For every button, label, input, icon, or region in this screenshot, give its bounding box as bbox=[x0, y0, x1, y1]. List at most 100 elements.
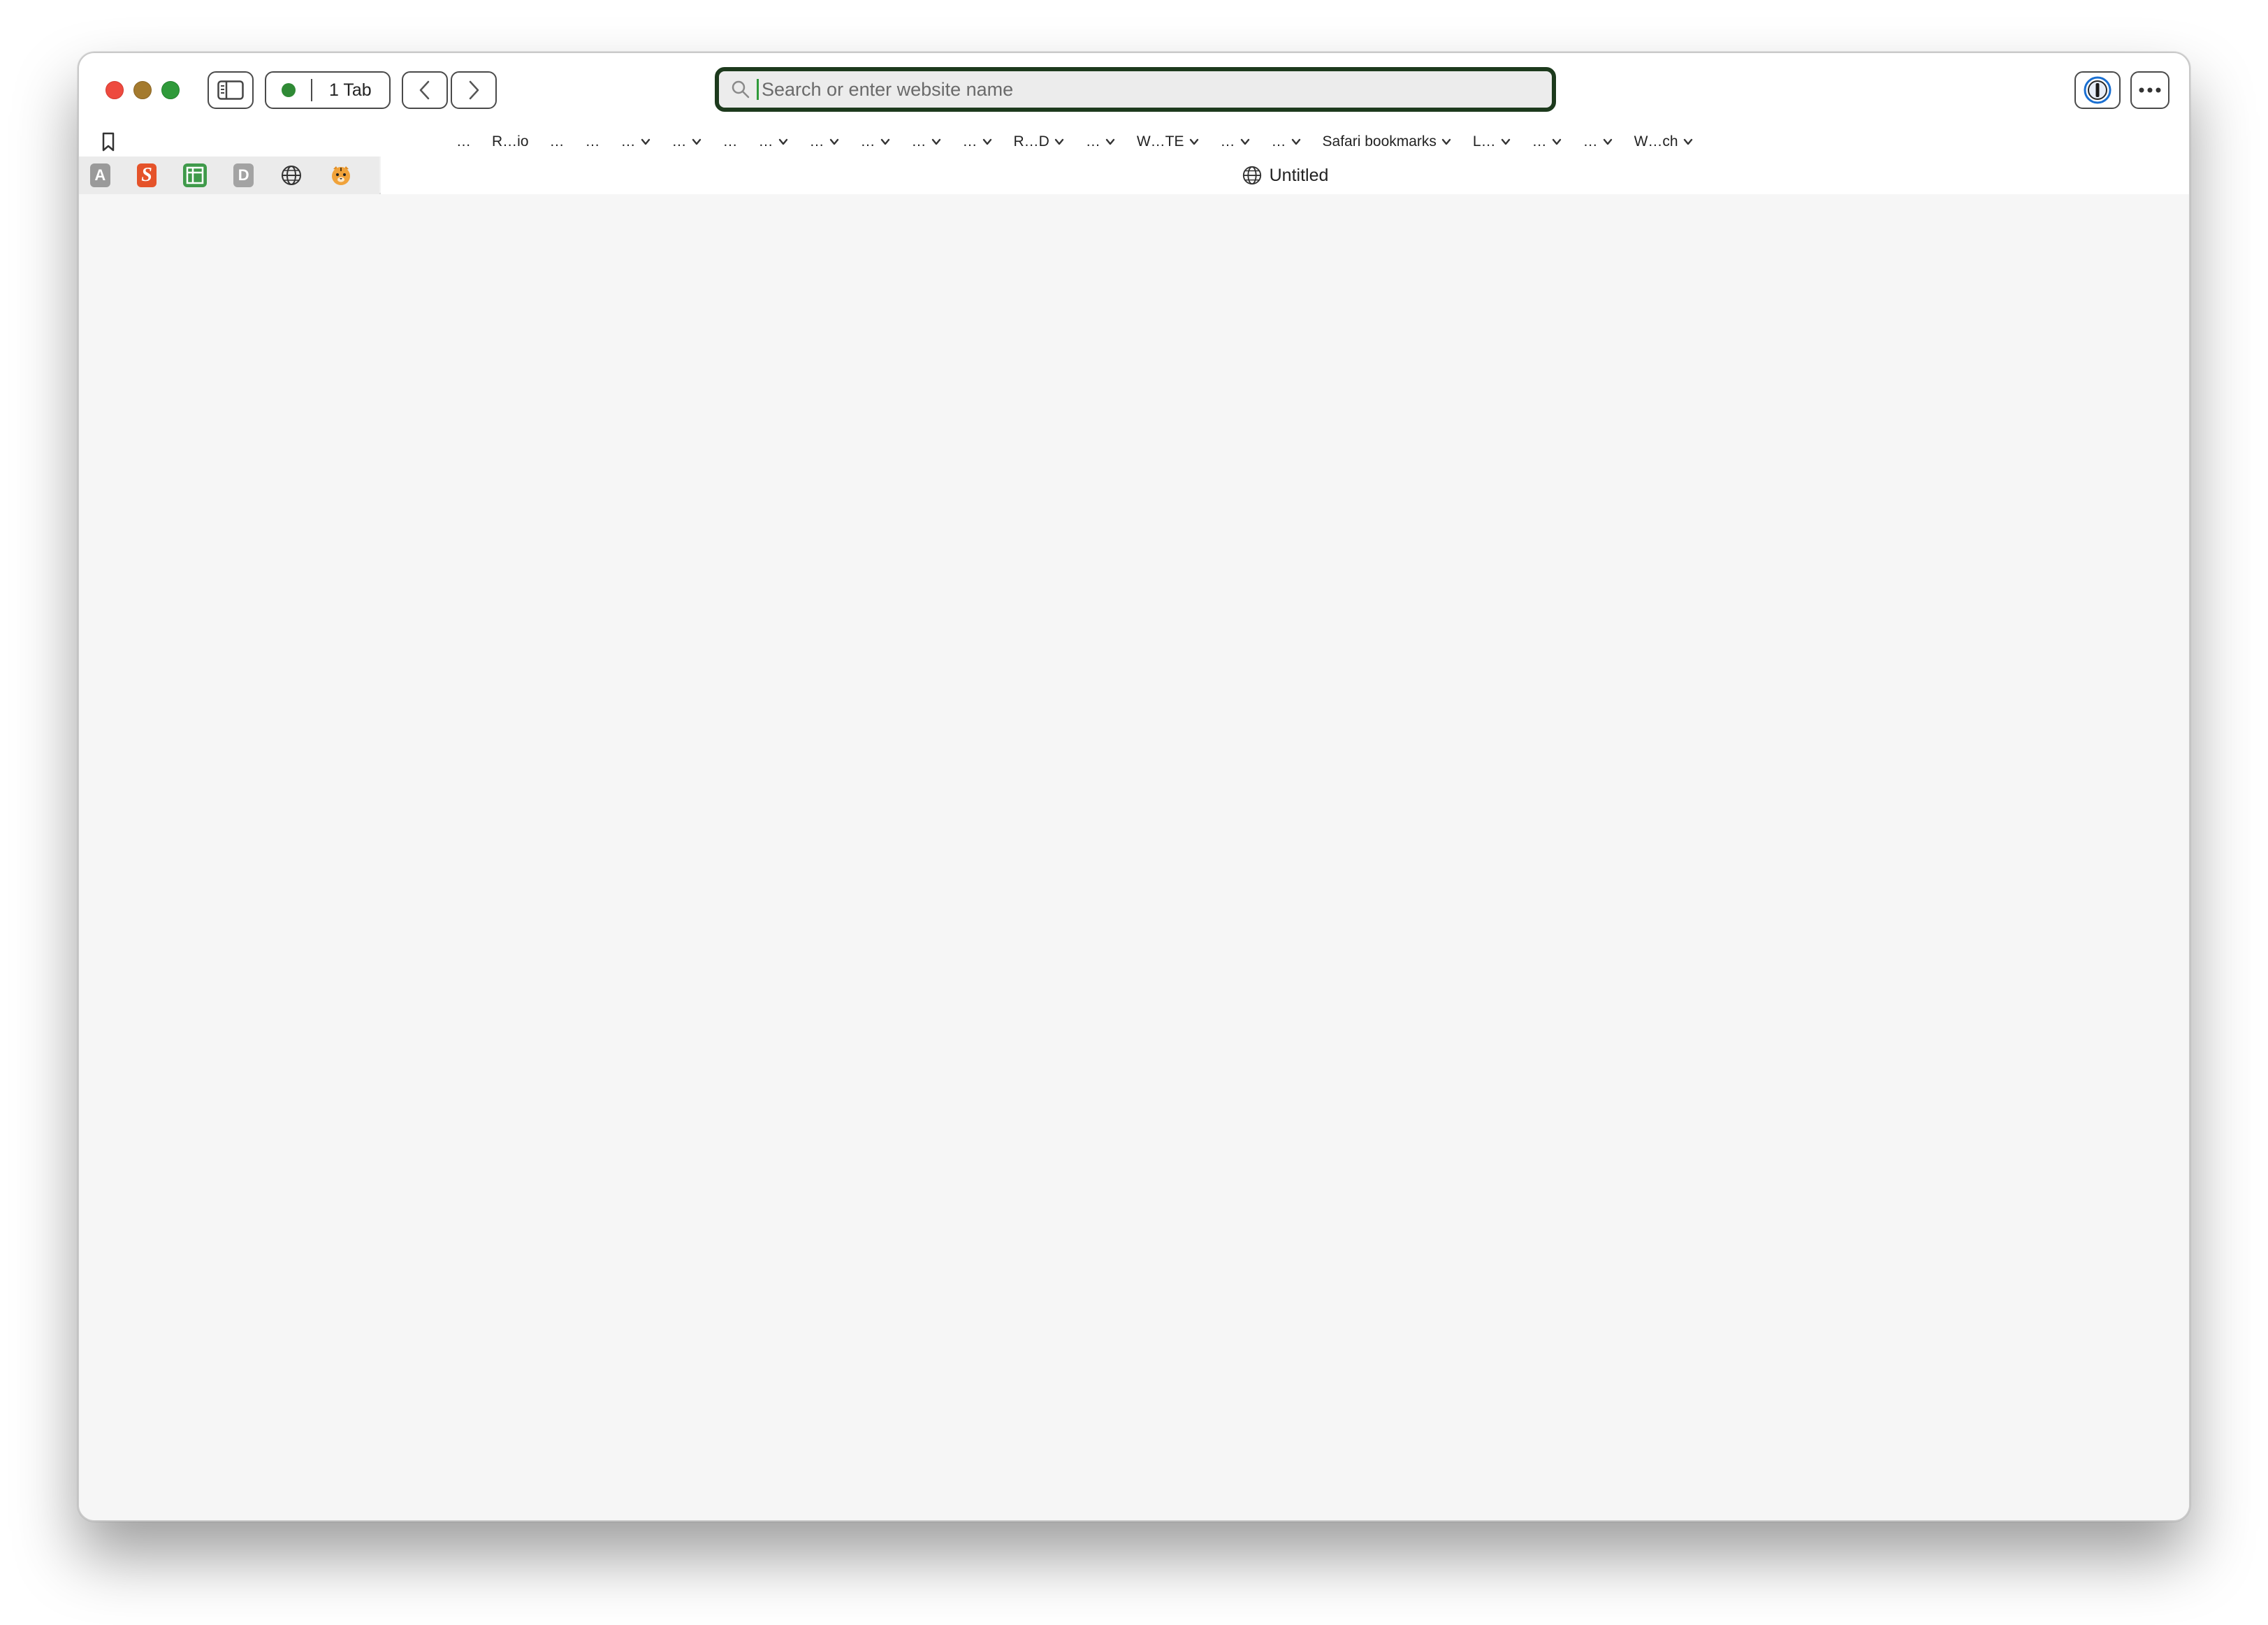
chevron-down-icon bbox=[1501, 138, 1510, 145]
favorites-item-label: W…TE bbox=[1136, 133, 1184, 150]
favorites-item-label: L… bbox=[1472, 133, 1496, 150]
favorites-item[interactable]: … bbox=[963, 133, 993, 150]
favorites-item-label: R…io bbox=[492, 133, 529, 150]
favorites-item[interactable]: … bbox=[1086, 133, 1116, 150]
bookmark-icon[interactable] bbox=[100, 131, 117, 152]
favorites-item[interactable]: … bbox=[1221, 133, 1251, 150]
favorites-item[interactable]: … bbox=[1272, 133, 1302, 150]
forward-button[interactable] bbox=[451, 71, 497, 109]
chevron-down-icon bbox=[829, 138, 838, 145]
favorites-item-label: … bbox=[549, 133, 565, 150]
favorites-list: … R…io … … … … … … … … … … R…D … W…TE … … Safari bookmark… bbox=[456, 127, 1715, 156]
favorites-item[interactable]: … bbox=[621, 133, 651, 150]
favorites-item-label: … bbox=[671, 133, 687, 150]
chevron-down-icon bbox=[1603, 138, 1612, 145]
favorites-item[interactable]: … bbox=[1532, 133, 1562, 150]
favorites-item-label: … bbox=[809, 133, 824, 150]
pinned-tab-web[interactable] bbox=[280, 163, 303, 187]
password-manager-icon bbox=[2084, 76, 2111, 104]
chevron-down-icon bbox=[982, 138, 991, 145]
pinned-tab-a[interactable]: A bbox=[90, 163, 110, 187]
chevron-down-icon bbox=[1189, 138, 1198, 145]
favorites-item[interactable]: … bbox=[912, 133, 942, 150]
favorites-item[interactable]: … bbox=[456, 133, 471, 150]
tab-count-label: 1 Tab bbox=[329, 80, 372, 100]
active-tab[interactable]: Untitled bbox=[381, 156, 2189, 194]
chevron-down-icon bbox=[931, 138, 940, 145]
favorites-item[interactable]: W…ch bbox=[1634, 133, 1694, 150]
favorites-item-label: … bbox=[911, 133, 926, 150]
favorites-item[interactable]: W…TE bbox=[1137, 133, 1200, 150]
sidebar-toggle-button[interactable] bbox=[208, 71, 254, 109]
tab-group-dot-icon bbox=[282, 83, 296, 97]
favorites-item-label: W…ch bbox=[1634, 133, 1678, 150]
chevron-left-icon bbox=[419, 80, 430, 100]
favorites-item-label: … bbox=[1583, 133, 1598, 150]
minimize-window-button[interactable] bbox=[133, 81, 152, 99]
favorites-item-label: … bbox=[620, 133, 636, 150]
search-icon bbox=[732, 80, 750, 99]
favorites-item-label: … bbox=[758, 133, 773, 150]
tab-bar: A S D Untitled bbox=[79, 156, 2189, 194]
chevron-right-icon bbox=[469, 80, 479, 100]
chevron-down-icon bbox=[692, 138, 701, 145]
more-options-button[interactable] bbox=[2130, 71, 2169, 109]
favorites-item-label: … bbox=[962, 133, 977, 150]
favorites-item-label: … bbox=[860, 133, 875, 150]
tab-group-button[interactable]: 1 Tab bbox=[265, 71, 391, 109]
favorites-item-label: … bbox=[1085, 133, 1100, 150]
favorites-item[interactable]: Safari bookmarks bbox=[1323, 133, 1452, 150]
chevron-down-icon bbox=[880, 138, 889, 145]
text-caret bbox=[757, 79, 759, 100]
active-tab-title: Untitled bbox=[1269, 165, 1329, 185]
close-window-button[interactable] bbox=[106, 81, 124, 99]
favorites-item-label: … bbox=[1271, 133, 1286, 150]
favorites-item[interactable]: … bbox=[672, 133, 702, 150]
globe-icon bbox=[282, 166, 302, 185]
browser-window: 1 Tab Search or enter website name … R…i… bbox=[78, 52, 2190, 1522]
toolbar: 1 Tab bbox=[79, 53, 2189, 127]
page-content[interactable] bbox=[79, 196, 2189, 1520]
tiger-icon bbox=[332, 166, 351, 185]
pinned-tab-tiger[interactable] bbox=[329, 163, 353, 187]
favorites-item[interactable]: L… bbox=[1473, 133, 1511, 150]
chevron-down-icon bbox=[778, 138, 787, 145]
chevron-down-icon bbox=[1291, 138, 1300, 145]
password-manager-button[interactable] bbox=[2074, 71, 2121, 109]
favorites-item-label: … bbox=[722, 133, 738, 150]
chevron-down-icon bbox=[1441, 138, 1451, 145]
chevron-down-icon bbox=[641, 138, 650, 145]
chevron-down-icon bbox=[1240, 138, 1249, 145]
favorites-item[interactable]: … bbox=[1583, 133, 1613, 150]
favorites-item[interactable]: … bbox=[723, 133, 738, 150]
chevron-down-icon bbox=[1683, 138, 1692, 145]
favorites-item[interactable]: … bbox=[550, 133, 565, 150]
pinned-tab-d[interactable]: D bbox=[233, 163, 254, 187]
favorites-item-label: … bbox=[1532, 133, 1547, 150]
favorites-item[interactable]: … bbox=[759, 133, 789, 150]
globe-icon bbox=[1242, 166, 1261, 185]
favorites-bar: … R…io … … … … … … … … … … R…D … W…TE … … Safari bookmark… bbox=[79, 127, 2189, 156]
back-button[interactable] bbox=[402, 71, 448, 109]
pinned-tab-s[interactable]: S bbox=[136, 163, 157, 187]
chevron-down-icon bbox=[1552, 138, 1561, 145]
favorites-item[interactable]: … bbox=[810, 133, 840, 150]
address-bar[interactable] bbox=[715, 67, 1556, 112]
favorites-item[interactable]: … bbox=[861, 133, 891, 150]
tab-group-separator bbox=[311, 79, 312, 101]
favorites-item[interactable]: … bbox=[586, 133, 600, 150]
ellipsis-icon bbox=[2139, 87, 2161, 93]
favorites-item-label: … bbox=[456, 133, 471, 150]
favorites-item[interactable]: R…io bbox=[492, 133, 529, 150]
favorites-item-label: R…D bbox=[1013, 133, 1049, 150]
chevron-down-icon bbox=[1105, 138, 1115, 145]
favorites-item[interactable]: R…D bbox=[1014, 133, 1065, 150]
sheet-icon bbox=[187, 166, 204, 184]
favorites-item-label: … bbox=[585, 133, 600, 150]
pinned-tabs: A S D bbox=[79, 156, 379, 194]
pinned-tab-green[interactable] bbox=[183, 163, 208, 187]
maximize-window-button[interactable] bbox=[161, 81, 180, 99]
favorites-item-label: Safari bookmarks bbox=[1322, 133, 1437, 150]
address-input[interactable] bbox=[760, 78, 1459, 101]
sidebar-icon bbox=[217, 80, 244, 100]
